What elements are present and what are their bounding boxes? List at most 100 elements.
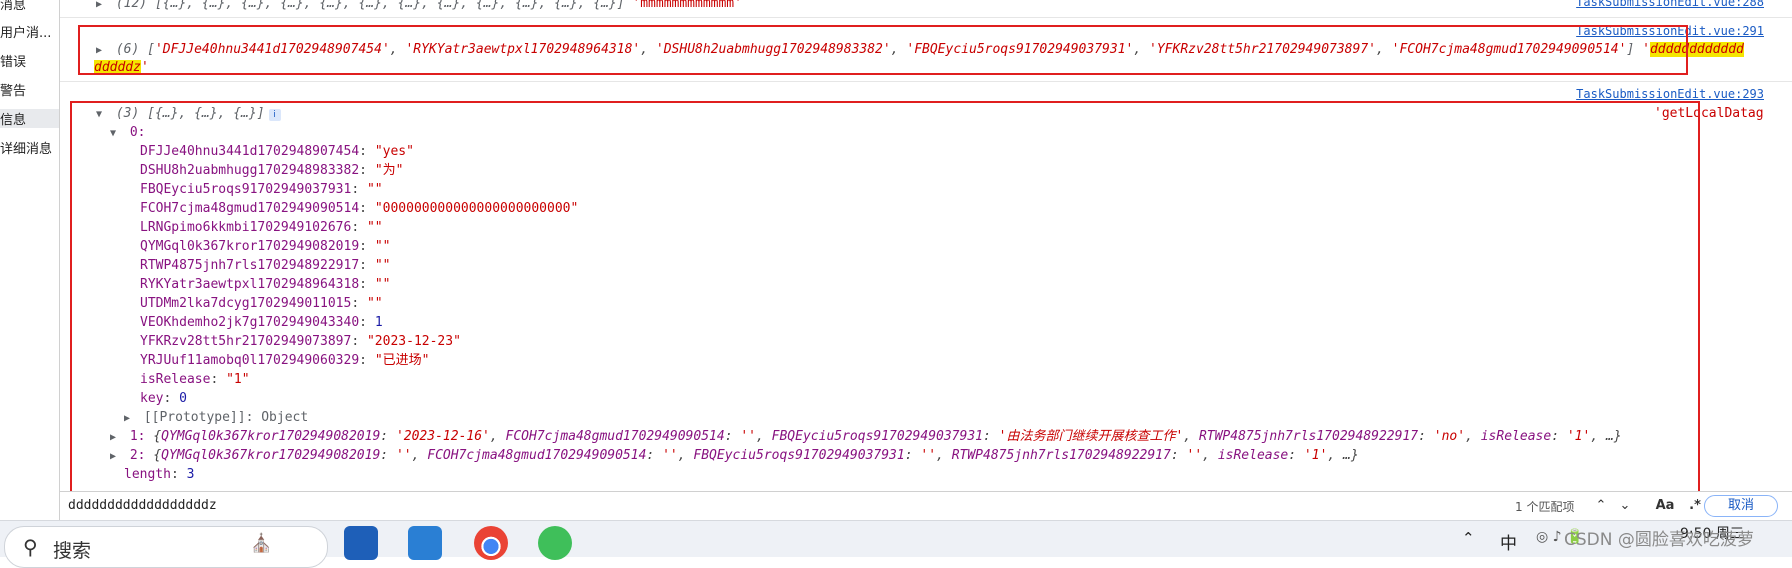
- string-quote: ': [1642, 42, 1650, 57]
- array-item: 'RYKYatr3aewtpxl1702948964318': [405, 42, 641, 57]
- preview-value: '': [740, 429, 756, 444]
- collapse-triangle-icon[interactable]: ▼: [110, 124, 122, 143]
- source-link[interactable]: TaskSubmissionEdit.vue:288: [1576, 0, 1764, 9]
- search-match-highlight: dddddddddddd: [1649, 42, 1744, 57]
- preview-punctuation: :: [646, 448, 663, 463]
- preview-key: QYMGql0k367kror1702949082019: [161, 429, 381, 444]
- property-value: "": [374, 239, 391, 254]
- preview-punctuation: :: [982, 429, 999, 444]
- preview-key: isRelease: [1480, 429, 1552, 444]
- log-string: 'mmmmmmmmmmmm': [632, 0, 742, 11]
- preview-punctuation: :: [904, 448, 921, 463]
- property-value: "yes": [374, 144, 414, 159]
- preview-punctuation: :: [380, 448, 396, 463]
- array-index-1[interactable]: ▶ 1: {QYMGql0k367kror1702949082019: '202…: [110, 427, 1792, 446]
- expand-triangle-icon[interactable]: ▶: [110, 447, 122, 466]
- preview-key: RTWP4875jnh7rls1702948922917: [951, 448, 1171, 463]
- info-icon[interactable]: i: [268, 109, 281, 121]
- log-entry-array-12[interactable]: ▶ (12) [{…}, {…}, {…}, {…}, {…}, {…}, {……: [96, 0, 1792, 13]
- log-entry-array-3[interactable]: ▼ (3) [{…}, {…}, {…}] i: [96, 104, 1792, 123]
- array-summary: (3) [{…}, {…}, {…}]: [115, 106, 265, 121]
- property-value: "": [366, 296, 383, 311]
- sidebar-item-errors[interactable]: 错误: [0, 51, 26, 70]
- expand-triangle-icon[interactable]: ▶: [96, 0, 108, 14]
- object-property: FBQEyciu5roqs91702949037931: "": [140, 182, 383, 197]
- array-index-0[interactable]: ▼ 0:: [110, 123, 1792, 142]
- log-entry-array-6[interactable]: ▶ (6) ['DFJJe40hnu3441d1702948907454', '…: [96, 40, 1792, 59]
- preview-key: FCOH7cjma48gmud1702949090514: [427, 448, 647, 463]
- expand-triangle-icon[interactable]: ▶: [124, 409, 136, 428]
- search-placeholder: 搜索: [53, 540, 92, 562]
- property-key: DSHU8h2uabmhugg1702948983382: [140, 163, 360, 178]
- chrome-icon[interactable]: [474, 526, 508, 560]
- sidebar-item-info[interactable]: 信息: [0, 109, 59, 128]
- preview-punctuation: ,: [489, 429, 506, 444]
- property-key: YRJUuf11amobq0l1702949060329: [140, 353, 360, 368]
- object-property: RTWP4875jnh7rls1702948922917: "": [140, 258, 391, 273]
- preview-punctuation: ,: [756, 429, 772, 444]
- property-key: YFKRzv28tt5hr21702949073897: [140, 334, 352, 349]
- property-key: RYKYatr3aewtpxl1702948964318: [140, 277, 360, 292]
- source-link[interactable]: TaskSubmissionEdit.vue:293: [1576, 87, 1764, 101]
- collapse-triangle-icon[interactable]: ▼: [96, 105, 108, 124]
- array-index-2[interactable]: ▶ 2: {QYMGql0k367kror1702949082019: '', …: [110, 446, 1792, 465]
- preview-value: '由法务部门继续开展核查工作': [998, 429, 1184, 444]
- log-divider: [60, 17, 1792, 18]
- preview-key: RTWP4875jnh7rls1702948922917: [1198, 429, 1419, 444]
- search-match-highlight: dddddz: [94, 60, 141, 75]
- log-string-continuation: dddddz': [94, 58, 1792, 77]
- object-property: DSHU8h2uabmhugg1702948983382: "为": [140, 163, 404, 178]
- object-property: LRNGpimo6kkmbi1702949102676: "": [140, 220, 383, 235]
- sidebar-item-messages[interactable]: 消息: [0, 0, 26, 13]
- preview-punctuation: {: [153, 429, 162, 444]
- app-icon[interactable]: [344, 526, 378, 560]
- property-key: LRNGpimo6kkmbi1702949102676: [140, 220, 352, 235]
- preview-punctuation: :: [1418, 429, 1434, 444]
- object-property: QYMGql0k367kror1702949082019: "": [140, 239, 391, 254]
- preview-punctuation: ,: [1183, 429, 1199, 444]
- find-input[interactable]: [68, 496, 1468, 516]
- search-icon: ⚲: [23, 535, 38, 559]
- taskbar-search[interactable]: ⚲ 搜索 ⛪: [4, 526, 328, 568]
- chevron-up-icon[interactable]: ⌃: [1462, 529, 1475, 547]
- object-preview: {QYMGql0k367kror1702949082019: '', FCOH7…: [153, 448, 1358, 463]
- sidebar-item-user-messages[interactable]: 用户消...: [0, 22, 51, 41]
- array-item: 'DSHU8h2uabmhugg1702948983382': [655, 42, 891, 57]
- input-language[interactable]: 中: [1500, 529, 1517, 554]
- property-value: 1: [374, 315, 383, 330]
- property-value: "": [366, 182, 383, 197]
- preview-punctuation: {: [153, 448, 162, 463]
- chevron-up-icon[interactable]: ⌃: [1590, 495, 1612, 517]
- array-item: 'DFJJe40hnu3441d1702948907454': [154, 42, 390, 57]
- sidebar-item-verbose[interactable]: 详细消息: [0, 138, 52, 157]
- preview-key: isRelease: [1217, 448, 1289, 463]
- taskbar: ⚲ 搜索 ⛪ ⌃ 中 ◎ ♪ 🔋 9:50 周三: [0, 520, 1792, 568]
- source-link[interactable]: TaskSubmissionEdit.vue:291: [1576, 24, 1764, 38]
- property-value: "已进场": [374, 353, 430, 368]
- preview-value: '': [920, 448, 937, 463]
- expand-triangle-icon[interactable]: ▶: [110, 428, 122, 447]
- vscode-icon[interactable]: [408, 526, 442, 560]
- cancel-button[interactable]: 取消: [1704, 495, 1778, 517]
- property-value: "": [366, 220, 383, 235]
- watermark: CSDN @圆脸喜欢吃菠萝: [1564, 530, 1754, 550]
- console-filter-sidebar: 消息 用户消... 错误 警告 信息 详细消息: [0, 0, 60, 520]
- preview-punctuation: ,: [411, 448, 428, 463]
- preview-punctuation: , …}: [1590, 429, 1622, 444]
- property-value: "2023-12-23": [366, 334, 461, 349]
- object-property: YRJUuf11amobq0l1702949060329: "已进场": [140, 353, 430, 368]
- array-item: 'FBQEyciu5roqs91702949037931': [906, 42, 1134, 57]
- prototype-row[interactable]: ▶ [[Prototype]]: Object: [124, 408, 1792, 427]
- object-property: YFKRzv28tt5hr21702949073897: "2023-12-23…: [140, 334, 461, 349]
- array-close: ]: [1626, 42, 1635, 57]
- match-case-button[interactable]: Aa: [1650, 495, 1680, 517]
- sidebar-item-warnings[interactable]: 警告: [0, 80, 26, 99]
- property-key: DFJJe40hnu3441d1702948907454: [140, 144, 360, 159]
- chevron-down-icon[interactable]: ⌄: [1614, 495, 1636, 517]
- wechat-icon[interactable]: [538, 526, 572, 560]
- preview-punctuation: ,: [936, 448, 952, 463]
- array-open: (6) [: [115, 42, 155, 57]
- decoration-icon: ⛪: [250, 533, 273, 554]
- preview-punctuation: :: [1170, 448, 1187, 463]
- property-key: VEOKhdemho2jk7g1702949043340: [140, 315, 360, 330]
